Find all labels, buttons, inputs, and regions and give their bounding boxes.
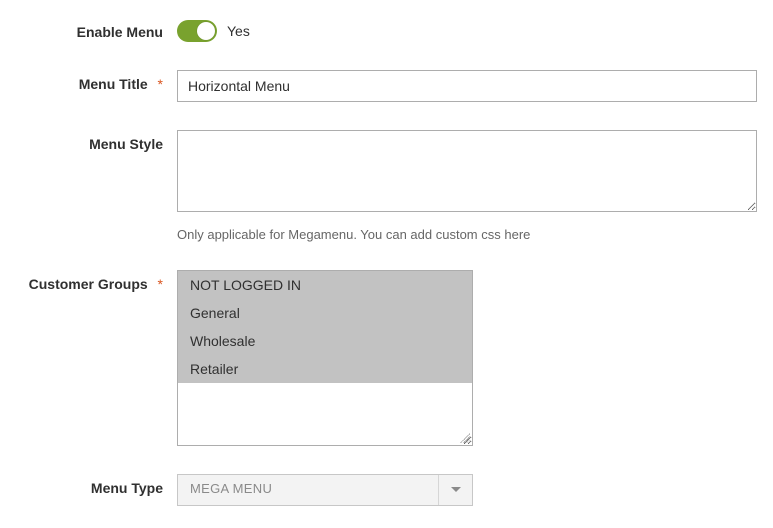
toggle-knob (197, 22, 215, 40)
row-enable-menu: Enable Menu Yes (12, 18, 761, 42)
row-menu-style: Menu Style Only applicable for Megamenu.… (12, 130, 761, 242)
customer-groups-option[interactable]: General (178, 299, 472, 327)
required-marker: * (158, 76, 163, 92)
label-enable-menu: Enable Menu (12, 18, 177, 40)
enable-menu-value: Yes (227, 23, 250, 39)
field-menu-title (177, 70, 761, 102)
row-customer-groups: Customer Groups * NOT LOGGED IN General … (12, 270, 761, 446)
menu-style-textarea[interactable] (177, 130, 757, 212)
label-text: Enable Menu (77, 24, 163, 40)
customer-groups-option[interactable]: Retailer (178, 355, 472, 383)
customer-groups-option[interactable]: Wholesale (178, 327, 472, 355)
label-customer-groups: Customer Groups * (12, 270, 177, 292)
required-marker: * (158, 276, 163, 292)
field-enable-menu: Yes (177, 18, 761, 42)
label-text: Customer Groups (29, 276, 148, 292)
row-menu-type: Menu Type MEGA MENU (12, 474, 761, 506)
toggle-wrap: Yes (177, 18, 761, 42)
label-menu-type: Menu Type (12, 474, 177, 496)
chevron-down-icon (438, 475, 472, 505)
enable-menu-toggle[interactable] (177, 20, 217, 42)
label-text: Menu Type (91, 480, 163, 496)
row-menu-title: Menu Title * (12, 70, 761, 102)
customer-groups-option[interactable]: NOT LOGGED IN (178, 271, 472, 299)
field-customer-groups: NOT LOGGED IN General Wholesale Retailer (177, 270, 761, 446)
menu-type-value: MEGA MENU (178, 475, 438, 505)
label-menu-title: Menu Title * (12, 70, 177, 92)
field-menu-style: Only applicable for Megamenu. You can ad… (177, 130, 761, 242)
label-text: Menu Title (79, 76, 148, 92)
label-menu-style: Menu Style (12, 130, 177, 152)
menu-style-hint: Only applicable for Megamenu. You can ad… (177, 227, 761, 242)
menu-title-input[interactable] (177, 70, 757, 102)
customer-groups-multiselect[interactable]: NOT LOGGED IN General Wholesale Retailer (177, 270, 473, 446)
label-text: Menu Style (89, 136, 163, 152)
field-menu-type: MEGA MENU (177, 474, 761, 506)
menu-type-select[interactable]: MEGA MENU (177, 474, 473, 506)
